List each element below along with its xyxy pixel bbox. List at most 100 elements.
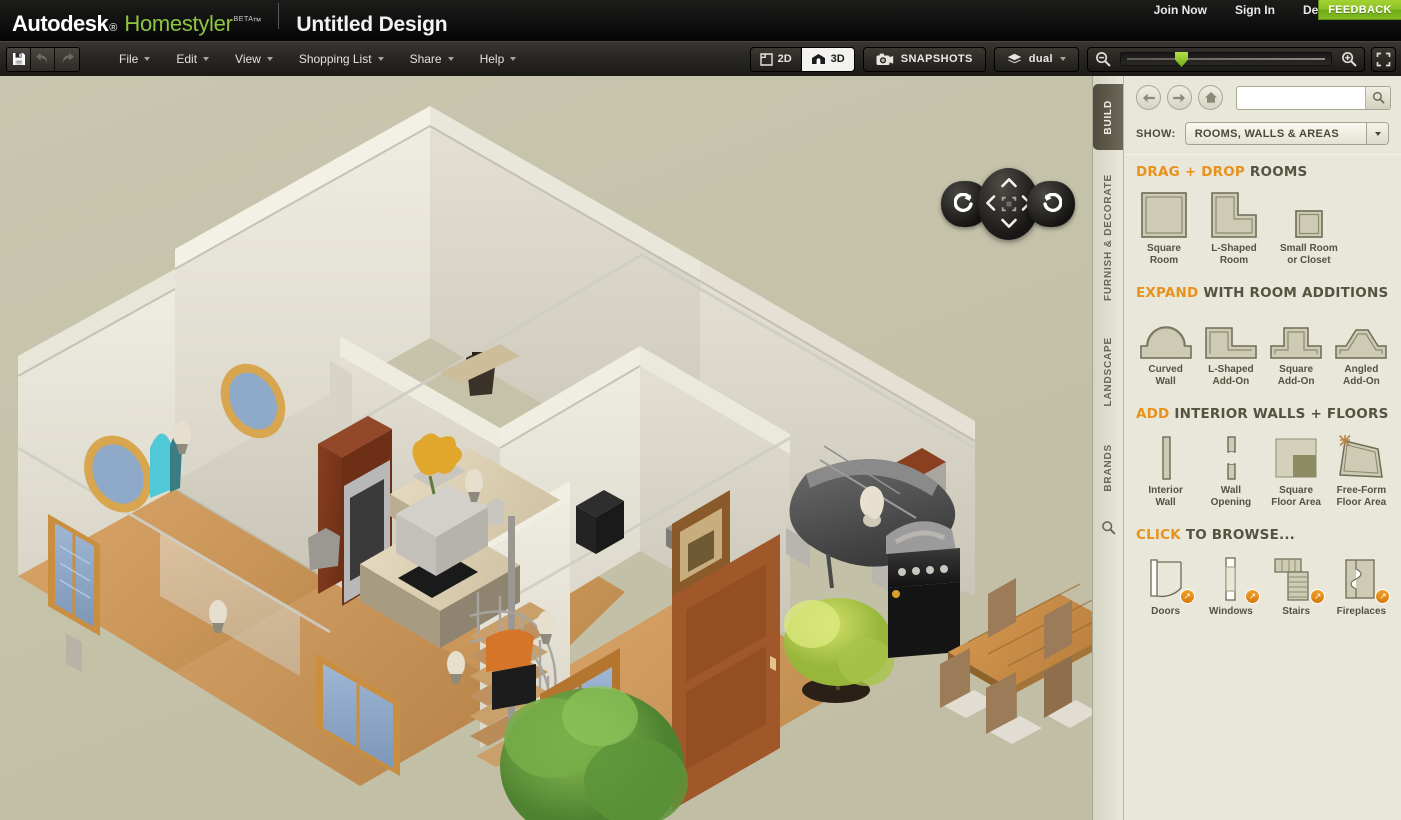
panel-back-button[interactable] (1136, 85, 1161, 110)
design-canvas[interactable] (0, 76, 1092, 820)
reset-view-button[interactable] (1001, 196, 1016, 212)
panel-forward-button[interactable] (1167, 85, 1192, 110)
zoom-out-icon (1096, 52, 1111, 67)
panel-home-button[interactable] (1198, 85, 1223, 110)
tool-square-addon[interactable]: Square Add-On (1269, 308, 1324, 388)
show-filter-value: ROOMS, WALLS & AREAS (1194, 127, 1340, 140)
pan-up-button[interactable] (1000, 177, 1017, 190)
tool-label: Wall Opening (1210, 485, 1252, 508)
pan-left-button[interactable] (985, 195, 996, 214)
zoom-slider-track-line (1127, 58, 1325, 60)
save-button[interactable] (7, 47, 31, 71)
snapshots-button[interactable]: SNAPSHOTS (862, 46, 986, 72)
tab-build[interactable]: BUILD (1093, 84, 1124, 150)
tool-browse-fireplaces[interactable]: ↗ Fireplaces (1334, 550, 1391, 618)
rotate-left-icon (954, 193, 973, 213)
tool-browse-doors[interactable]: ↗ Doors (1138, 550, 1195, 618)
tab-landscape[interactable]: LANDSCAPE (1093, 326, 1124, 418)
section-drag-drop-rooms: DRAG + DROP ROOMS Square Room L-Shaped R… (1124, 155, 1401, 267)
section-title: CLICK TO BROWSE... (1136, 527, 1389, 543)
sign-in-link[interactable]: Sign In (1221, 0, 1289, 21)
zoom-slider[interactable] (1120, 52, 1332, 67)
view-mode-2d[interactable]: 2D (751, 48, 801, 71)
search-icon (1372, 91, 1384, 104)
pan-down-button[interactable] (1000, 218, 1017, 231)
zoom-slider-handle[interactable] (1175, 52, 1188, 67)
tool-angled-addon[interactable]: Angled Add-On (1334, 308, 1389, 388)
tool-browse-windows[interactable]: ↗ Windows (1203, 550, 1260, 618)
render-mode-dropdown[interactable]: dual (993, 46, 1079, 72)
tool-label: Fireplaces (1336, 606, 1387, 617)
menu-file[interactable]: File (106, 48, 163, 70)
tool-interior-wall[interactable]: Interior Wall (1138, 429, 1193, 509)
tab-furnish-decorate[interactable]: FURNISH & DECORATE (1093, 162, 1124, 312)
rotate-right-icon (1043, 193, 1062, 213)
section-title-rest: TO BROWSE... (1185, 527, 1295, 543)
undo-button[interactable] (31, 47, 55, 71)
zoom-out-button[interactable] (1095, 51, 1111, 67)
menu-view[interactable]: View (222, 48, 286, 70)
snapshots-label: SNAPSHOTS (900, 53, 973, 65)
feedback-button[interactable]: FEEDBACK (1318, 0, 1401, 20)
plan-2d-icon (759, 52, 773, 66)
show-filter-row: SHOW: ROOMS, WALLS & AREAS (1124, 116, 1401, 145)
toolbar-right-controls: 2D 3D SNAPSHOTS dual (749, 46, 1401, 72)
title-divider (278, 2, 280, 29)
tool-small-room[interactable]: Small Room or Closet (1280, 187, 1338, 267)
menu-edit-label: Edit (176, 52, 198, 66)
tool-l-shaped-room[interactable]: L-Shaped Room (1210, 187, 1258, 267)
zoom-in-icon (1342, 52, 1357, 67)
redo-button[interactable] (55, 47, 79, 71)
view-mode-2d-label: 2D (777, 53, 792, 65)
brand-beta-tag: BETA (233, 15, 254, 23)
fullscreen-button[interactable] (1371, 46, 1396, 72)
angled-addon-icon (1334, 308, 1388, 360)
wall-sconce-5 (865, 493, 883, 519)
tool-label: Small Room or Closet (1280, 243, 1338, 266)
tab-brands[interactable]: BRANDS (1093, 434, 1124, 502)
floor-plan-3d[interactable] (0, 76, 1092, 820)
menu-shopping-list[interactable]: Shopping List (286, 48, 397, 70)
section-items: Curved Wall L-Shaped Add-On Square Add-O… (1136, 308, 1389, 388)
tool-curved-wall[interactable]: Curved Wall (1138, 308, 1193, 388)
menu-edit[interactable]: Edit (163, 48, 222, 70)
fullscreen-icon (1376, 52, 1391, 66)
tool-label: Doors (1151, 606, 1181, 617)
browse-badge-icon: ↗ (1179, 589, 1195, 604)
layers-icon (1007, 53, 1021, 64)
tool-wall-opening[interactable]: Wall Opening (1203, 429, 1258, 509)
tool-freeform-floor-area[interactable]: Free-Form Floor Area (1334, 429, 1389, 509)
tool-label: Stairs (1282, 606, 1311, 617)
section-room-additions: EXPAND WITH ROOM ADDITIONS Curved Wall L… (1124, 267, 1401, 388)
chevron-down-icon[interactable] (1366, 123, 1388, 144)
main-toolbar: File Edit View Shopping List Share Help (0, 41, 1401, 76)
tool-browse-stairs[interactable]: ↗ Stairs (1269, 550, 1326, 618)
square-floor-icon (1269, 429, 1323, 481)
tool-label: Square Floor Area (1271, 485, 1321, 508)
tab-brands-label: BRANDS (1103, 444, 1114, 492)
show-filter-dropdown[interactable]: ROOMS, WALLS & AREAS (1184, 122, 1389, 145)
zoom-in-button[interactable] (1341, 51, 1357, 67)
file-actions-group (6, 46, 80, 72)
view-mode-3d[interactable]: 3D (800, 47, 854, 71)
rotate-right-button[interactable] (1027, 181, 1075, 227)
menu-help[interactable]: Help (467, 48, 530, 70)
view-navigation-widget[interactable] (941, 168, 1075, 240)
redo-icon (62, 52, 74, 64)
tool-square-floor-area[interactable]: Square Floor Area (1269, 429, 1324, 509)
window-icon: ↗ (1204, 550, 1260, 604)
tool-l-shaped-addon[interactable]: L-Shaped Add-On (1203, 308, 1258, 388)
section-items: ↗ Doors ↗ Windows ↗ Stairs ↗ Fireplaces (1136, 550, 1391, 618)
l-addon-icon (1204, 308, 1258, 360)
save-icon (12, 53, 25, 65)
menu-share[interactable]: Share (397, 48, 467, 70)
panel-navigation (1124, 76, 1401, 116)
tool-square-room[interactable]: Square Room (1140, 187, 1188, 267)
tab-search-button[interactable] (1093, 512, 1124, 542)
join-now-link[interactable]: Join Now (1140, 0, 1221, 21)
brand-logo[interactable]: Autodesk ® Homestyler BETA ™ Untitled De… (0, 2, 448, 37)
small-room-icon (1294, 187, 1324, 239)
door-icon: ↗ (1139, 550, 1195, 604)
undo-icon (36, 52, 47, 64)
search-submit-button[interactable] (1365, 86, 1390, 109)
